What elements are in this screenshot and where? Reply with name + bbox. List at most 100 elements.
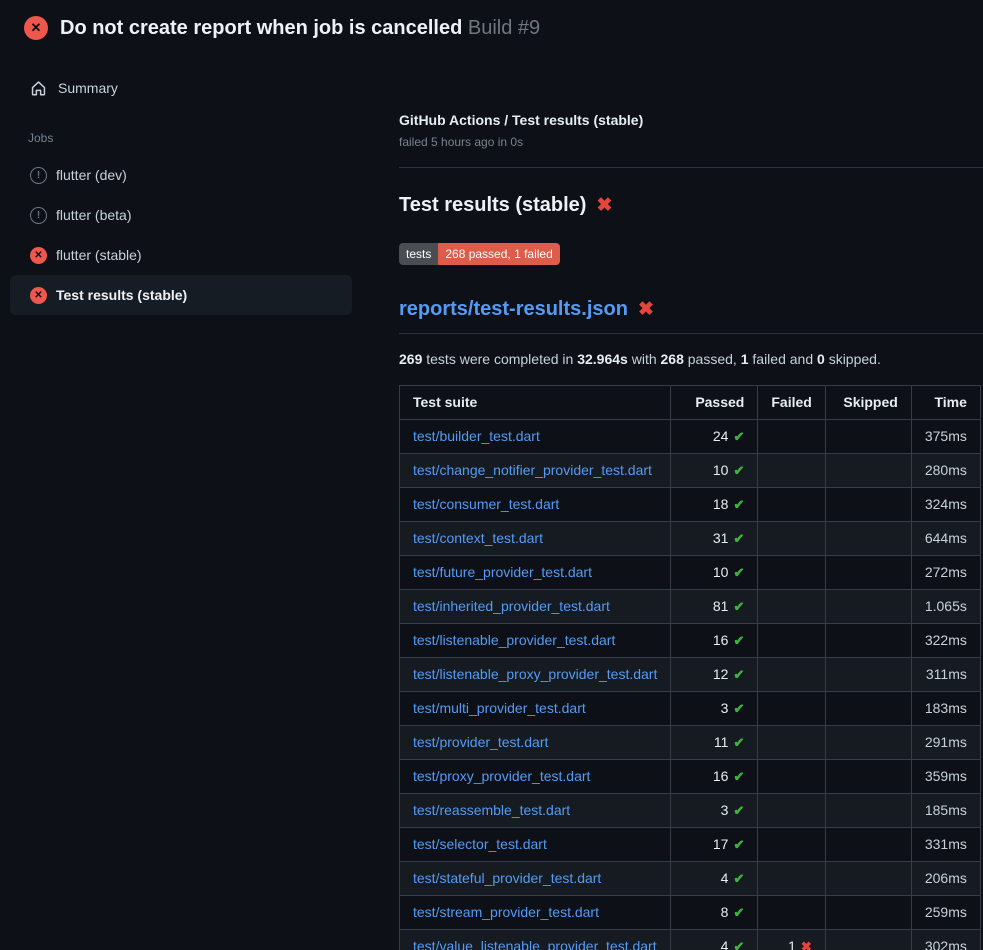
tests-summary-sentence: 269 tests were completed in 32.964s with…: [399, 351, 983, 367]
col-failed: Failed: [758, 386, 825, 420]
test-suite-link[interactable]: test/change_notifier_provider_test.dart: [413, 462, 652, 478]
skipped-cell: [825, 658, 911, 692]
passed-cell: 16✔: [671, 624, 758, 658]
test-suite-link[interactable]: test/reassemble_test.dart: [413, 802, 570, 818]
table-row: test/proxy_provider_test.dart 16✔ 359ms: [400, 760, 981, 794]
skipped-cell: [825, 896, 911, 930]
test-suite-link[interactable]: test/proxy_provider_test.dart: [413, 768, 590, 784]
test-suite-link[interactable]: test/stateful_provider_test.dart: [413, 870, 601, 886]
test-suite-link[interactable]: test/selector_test.dart: [413, 836, 547, 852]
time-cell: 291ms: [911, 726, 980, 760]
cancelled-icon: !: [30, 167, 47, 184]
time-cell: 644ms: [911, 522, 980, 556]
skipped-cell: [825, 828, 911, 862]
skipped-cell: [825, 454, 911, 488]
skipped-cell: [825, 590, 911, 624]
report-file-link[interactable]: reports/test-results.json: [399, 298, 628, 321]
skipped-cell: [825, 930, 911, 950]
failed-icon: ✕: [30, 247, 47, 264]
check-icon: ✔: [733, 497, 744, 512]
cancelled-icon: !: [30, 207, 47, 224]
test-suite-link[interactable]: test/builder_test.dart: [413, 428, 540, 444]
test-suite-link[interactable]: test/multi_provider_test.dart: [413, 700, 586, 716]
badge-value: 268 passed, 1 failed: [438, 243, 559, 265]
passed-count: 268: [661, 351, 684, 367]
sidebar-item-flutter-beta[interactable]: ! flutter (beta): [10, 195, 352, 235]
job-label: flutter (beta): [56, 207, 131, 223]
table-row: test/listenable_provider_test.dart 16✔ 3…: [400, 624, 981, 658]
time-cell: 272ms: [911, 556, 980, 590]
table-row: test/stream_provider_test.dart 8✔ 259ms: [400, 896, 981, 930]
skipped-cell: [825, 760, 911, 794]
test-suite-link[interactable]: test/provider_test.dart: [413, 734, 548, 750]
failed-status-icon: ✕: [24, 16, 48, 40]
table-row: test/change_notifier_provider_test.dart …: [400, 454, 981, 488]
skipped-cell: [825, 420, 911, 454]
job-label: flutter (dev): [56, 167, 127, 183]
sidebar-item-flutter-stable[interactable]: ✕ flutter (stable): [10, 235, 352, 275]
time-cell: 185ms: [911, 794, 980, 828]
page-title: Do not create report when job is cancell…: [60, 16, 540, 40]
failed-cell: [758, 420, 825, 454]
failed-cell: [758, 454, 825, 488]
time-cell: 375ms: [911, 420, 980, 454]
failed-cell: [758, 896, 825, 930]
table-row: test/context_test.dart 31✔ 644ms: [400, 522, 981, 556]
check-title: Test results (stable) ✖: [399, 194, 983, 217]
test-suite-link[interactable]: test/inherited_provider_test.dart: [413, 598, 610, 614]
failed-cell: [758, 658, 825, 692]
time-cell: 311ms: [911, 658, 980, 692]
passed-cell: 3✔: [671, 794, 758, 828]
passed-cell: 31✔: [671, 522, 758, 556]
passed-cell: 81✔: [671, 590, 758, 624]
col-test-suite: Test suite: [400, 386, 671, 420]
header-divider: [399, 167, 983, 168]
test-suite-link[interactable]: test/value_listenable_provider_test.dart: [413, 938, 657, 950]
table-row: test/consumer_test.dart 18✔ 324ms: [400, 488, 981, 522]
build-number: Build #9: [468, 17, 540, 39]
passed-cell: 4✔: [671, 862, 758, 896]
check-icon: ✔: [733, 599, 744, 614]
skipped-cell: [825, 624, 911, 658]
passed-cell: 17✔: [671, 828, 758, 862]
failed-cell: [758, 794, 825, 828]
test-suite-link[interactable]: test/future_provider_test.dart: [413, 564, 592, 580]
jobs-section-heading: Jobs: [28, 131, 352, 145]
sidebar-item-summary[interactable]: Summary: [10, 74, 352, 102]
duration-value: 32.964s: [577, 351, 628, 367]
skipped-count: 0: [817, 351, 825, 367]
time-cell: 359ms: [911, 760, 980, 794]
time-cell: 1.065s: [911, 590, 980, 624]
col-passed: Passed: [671, 386, 758, 420]
sidebar-summary-label: Summary: [58, 80, 118, 96]
passed-cell: 3✔: [671, 692, 758, 726]
job-label: Test results (stable): [56, 287, 187, 303]
failed-cell: [758, 624, 825, 658]
build-header: ✕ Do not create report when job is cance…: [0, 0, 983, 50]
failed-cell: [758, 522, 825, 556]
test-suite-link[interactable]: test/stream_provider_test.dart: [413, 904, 599, 920]
table-row: test/inherited_provider_test.dart 81✔ 1.…: [400, 590, 981, 624]
failed-cell: [758, 726, 825, 760]
breadcrumb: GitHub Actions / Test results (stable): [399, 112, 983, 128]
tests-badge: tests 268 passed, 1 failed: [399, 243, 560, 265]
table-row: test/future_provider_test.dart 10✔ 272ms: [400, 556, 981, 590]
time-cell: 322ms: [911, 624, 980, 658]
test-suite-link[interactable]: test/consumer_test.dart: [413, 496, 559, 512]
failed-cell: [758, 488, 825, 522]
jobs-list: ! flutter (dev) ! flutter (beta) ✕ flutt…: [10, 155, 352, 315]
table-row: test/listenable_proxy_provider_test.dart…: [400, 658, 981, 692]
check-icon: ✔: [733, 905, 744, 920]
test-suite-link[interactable]: test/context_test.dart: [413, 530, 543, 546]
skipped-cell: [825, 556, 911, 590]
workflow-run-title: Do not create report when job is cancell…: [60, 17, 462, 39]
table-row: test/value_listenable_provider_test.dart…: [400, 930, 981, 950]
sidebar-item-flutter-dev[interactable]: ! flutter (dev): [10, 155, 352, 195]
check-icon: ✔: [733, 735, 744, 750]
test-suite-link[interactable]: test/listenable_provider_test.dart: [413, 632, 615, 648]
passed-cell: 12✔: [671, 658, 758, 692]
test-suite-link[interactable]: test/listenable_proxy_provider_test.dart: [413, 666, 657, 682]
table-row: test/stateful_provider_test.dart 4✔ 206m…: [400, 862, 981, 896]
sidebar-item-test-results-stable[interactable]: ✕ Test results (stable): [10, 275, 352, 315]
passed-cell: 18✔: [671, 488, 758, 522]
